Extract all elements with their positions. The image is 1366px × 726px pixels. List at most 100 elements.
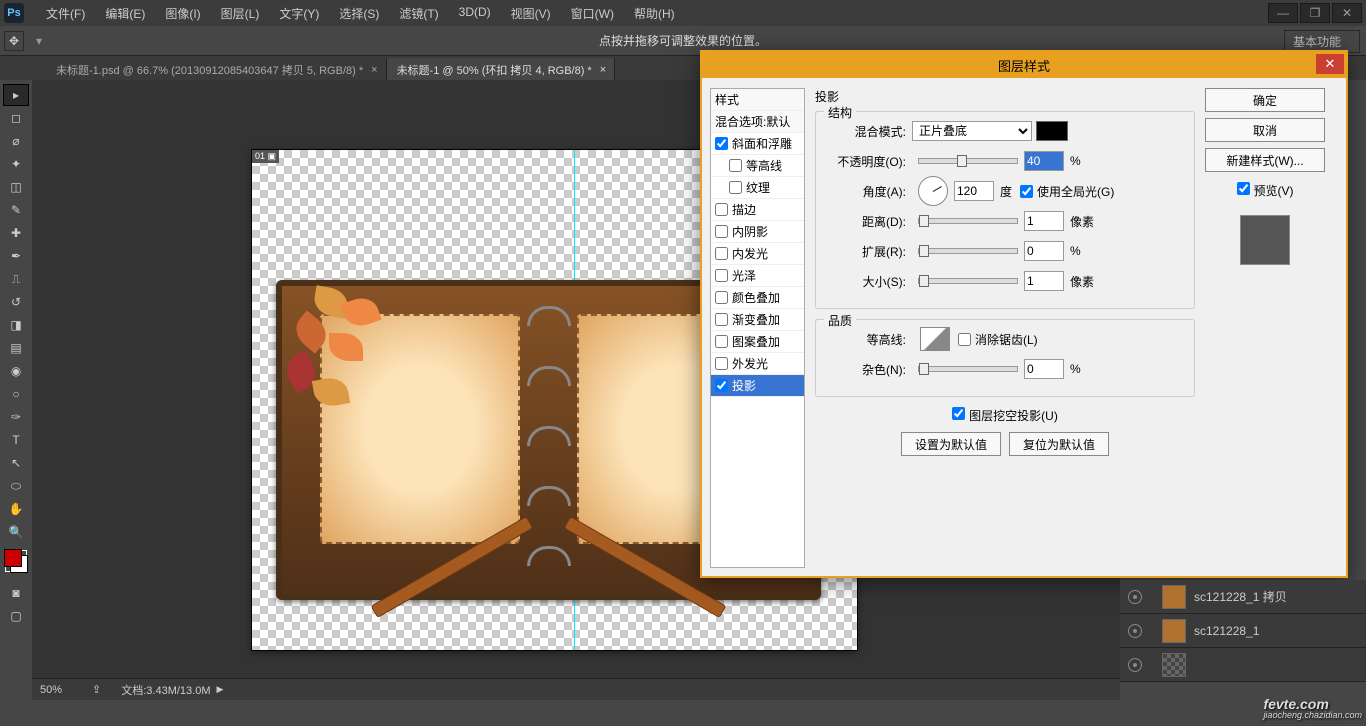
maximize-button[interactable]: ❐: [1300, 3, 1330, 23]
color-swatches[interactable]: [5, 550, 27, 572]
menu-帮助(H)[interactable]: 帮助(H): [624, 1, 685, 26]
opacity-input[interactable]: [1024, 151, 1064, 171]
move-tool[interactable]: ▸: [3, 84, 29, 106]
style-斜面和浮雕[interactable]: 斜面和浮雕: [711, 133, 804, 155]
document-tab[interactable]: 未标题-1.psd @ 66.7% (20130912085403647 拷贝 …: [46, 58, 387, 80]
size-slider[interactable]: [918, 278, 1018, 284]
tools-panel: ▸ ◻ ⌀ ✦ ◫ ✎ ✚ ✒ ⎍ ↺ ◨ ▤ ◉ ○ ✑ T ↖ ⬭ ✋ 🔍 …: [0, 80, 32, 720]
style-纹理[interactable]: 纹理: [711, 177, 804, 199]
zoom-level[interactable]: 50%: [40, 684, 62, 696]
stamp-tool[interactable]: ⎍: [3, 268, 29, 290]
menu-滤镜(T)[interactable]: 滤镜(T): [389, 1, 448, 26]
document-tab[interactable]: 未标题-1 @ 50% (环扣 拷贝 4, RGB/8) *×: [387, 58, 616, 80]
path-tool[interactable]: ↖: [3, 452, 29, 474]
layer-thumbnail[interactable]: [1162, 653, 1186, 677]
marquee-tool[interactable]: ◻: [3, 107, 29, 129]
knockout-checkbox[interactable]: 图层挖空投影(U): [952, 409, 1058, 423]
hand-tool[interactable]: ✋: [3, 498, 29, 520]
menu-文字(Y)[interactable]: 文字(Y): [269, 1, 329, 26]
style-内发光[interactable]: 内发光: [711, 243, 804, 265]
menu-选择(S)[interactable]: 选择(S): [329, 1, 389, 26]
blur-tool[interactable]: ◉: [3, 360, 29, 382]
menu-窗口(W)[interactable]: 窗口(W): [561, 1, 624, 26]
angle-input[interactable]: [954, 181, 994, 201]
eyedropper-tool[interactable]: ✎: [3, 199, 29, 221]
contour-picker[interactable]: [920, 327, 950, 351]
size-input[interactable]: [1024, 271, 1064, 291]
heal-tool[interactable]: ✚: [3, 222, 29, 244]
menu-图像(I)[interactable]: 图像(I): [155, 1, 210, 26]
style-内阴影[interactable]: 内阴影: [711, 221, 804, 243]
layer-name: sc121228_1: [1194, 624, 1259, 638]
layer-row[interactable]: [1120, 648, 1366, 682]
layer-row[interactable]: sc121228_1: [1120, 614, 1366, 648]
style-外发光[interactable]: 外发光: [711, 353, 804, 375]
crop-tool[interactable]: ◫: [3, 176, 29, 198]
zoom-tool[interactable]: 🔍: [3, 521, 29, 543]
menu-文件(F)[interactable]: 文件(F): [36, 1, 95, 26]
share-icon[interactable]: ⇪: [92, 683, 101, 696]
wand-tool[interactable]: ✦: [3, 153, 29, 175]
shadow-color-picker[interactable]: [1036, 121, 1068, 141]
visibility-icon[interactable]: [1128, 658, 1142, 672]
distance-slider[interactable]: [918, 218, 1018, 224]
style-投影[interactable]: 投影: [711, 375, 804, 397]
style-样式[interactable]: 样式: [711, 89, 804, 111]
noise-slider[interactable]: [918, 366, 1018, 372]
global-light-checkbox[interactable]: 使用全局光(G): [1020, 183, 1114, 200]
screenmode-toggle[interactable]: ▢: [3, 605, 29, 627]
style-list: 样式混合选项:默认斜面和浮雕等高线纹理描边内阴影内发光光泽颜色叠加渐变叠加图案叠…: [710, 88, 805, 568]
style-渐变叠加[interactable]: 渐变叠加: [711, 309, 804, 331]
brush-tool[interactable]: ✒: [3, 245, 29, 267]
angle-dial[interactable]: [918, 176, 948, 206]
tab-close-icon[interactable]: ×: [371, 64, 377, 76]
opacity-slider[interactable]: [918, 158, 1018, 164]
dialog-close-button[interactable]: ✕: [1316, 54, 1344, 74]
current-tool-icon[interactable]: ✥: [4, 31, 24, 51]
layer-thumbnail[interactable]: [1162, 585, 1186, 609]
close-button[interactable]: ✕: [1332, 3, 1362, 23]
style-描边[interactable]: 描边: [711, 199, 804, 221]
layer-row[interactable]: sc121228_1 拷贝: [1120, 580, 1366, 614]
eraser-tool[interactable]: ◨: [3, 314, 29, 336]
menu-图层(L)[interactable]: 图层(L): [211, 1, 270, 26]
style-等高线[interactable]: 等高线: [711, 155, 804, 177]
pen-tool[interactable]: ✑: [3, 406, 29, 428]
blend-mode-select[interactable]: 正片叠底: [912, 121, 1032, 141]
menu-编辑(E)[interactable]: 编辑(E): [95, 1, 155, 26]
quality-group: 品质 等高线: 消除锯齿(L) 杂色(N): %: [815, 319, 1195, 397]
tab-close-icon[interactable]: ×: [600, 64, 606, 76]
spread-slider[interactable]: [918, 248, 1018, 254]
quickmask-toggle[interactable]: ◙: [3, 582, 29, 604]
minimize-button[interactable]: —: [1268, 3, 1298, 23]
visibility-icon[interactable]: [1128, 624, 1142, 638]
style-图案叠加[interactable]: 图案叠加: [711, 331, 804, 353]
type-tool[interactable]: T: [3, 429, 29, 451]
dodge-tool[interactable]: ○: [3, 383, 29, 405]
set-default-button[interactable]: 设置为默认值: [901, 432, 1001, 456]
new-style-button[interactable]: 新建样式(W)...: [1205, 148, 1325, 172]
history-brush-tool[interactable]: ↺: [3, 291, 29, 313]
layer-thumbnail[interactable]: [1162, 619, 1186, 643]
dialog-titlebar[interactable]: 图层样式 ✕: [702, 52, 1346, 78]
preview-checkbox[interactable]: 预览(V): [1205, 182, 1325, 199]
style-光泽[interactable]: 光泽: [711, 265, 804, 287]
cancel-button[interactable]: 取消: [1205, 118, 1325, 142]
visibility-icon[interactable]: [1128, 590, 1142, 604]
menu-视图(V)[interactable]: 视图(V): [501, 1, 561, 26]
distance-input[interactable]: [1024, 211, 1064, 231]
status-bar: 50% ⇪ 文档:3.43M/13.0M ▶: [32, 678, 1120, 700]
noise-input[interactable]: [1024, 359, 1064, 379]
style-颜色叠加[interactable]: 颜色叠加: [711, 287, 804, 309]
antialias-checkbox[interactable]: 消除锯齿(L): [958, 331, 1038, 348]
spread-input[interactable]: [1024, 241, 1064, 261]
style-混合选项:默认[interactable]: 混合选项:默认: [711, 111, 804, 133]
shape-tool[interactable]: ⬭: [3, 475, 29, 497]
gradient-tool[interactable]: ▤: [3, 337, 29, 359]
reset-default-button[interactable]: 复位为默认值: [1009, 432, 1109, 456]
fg-color[interactable]: [4, 549, 22, 567]
watermark: fevte.com jiaocheng.chazidian.com: [1263, 697, 1362, 720]
menu-3D(D)[interactable]: 3D(D): [449, 1, 501, 26]
ok-button[interactable]: 确定: [1205, 88, 1325, 112]
lasso-tool[interactable]: ⌀: [3, 130, 29, 152]
